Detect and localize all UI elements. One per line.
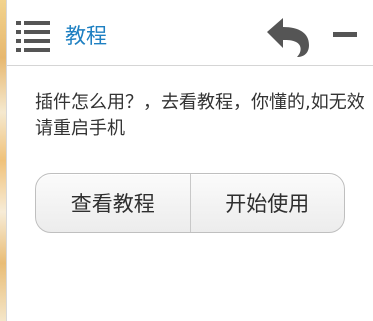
tutorial-panel: 教程 插件怎么用？，去看教程，你懂的,如无效请重启手机 查看教程 开始使用: [6, 0, 373, 321]
back-icon[interactable]: [265, 14, 315, 58]
panel-header: 教程: [7, 0, 373, 66]
minimize-icon[interactable]: [329, 18, 363, 52]
start-using-button[interactable]: 开始使用: [191, 174, 345, 232]
view-tutorial-button[interactable]: 查看教程: [36, 174, 190, 232]
instruction-text: 插件怎么用？，去看教程，你懂的,如无效请重启手机: [35, 92, 365, 139]
page-title: 教程: [65, 24, 107, 48]
menu-list-icon[interactable]: [15, 19, 51, 53]
action-button-group: 查看教程 开始使用: [35, 173, 345, 233]
